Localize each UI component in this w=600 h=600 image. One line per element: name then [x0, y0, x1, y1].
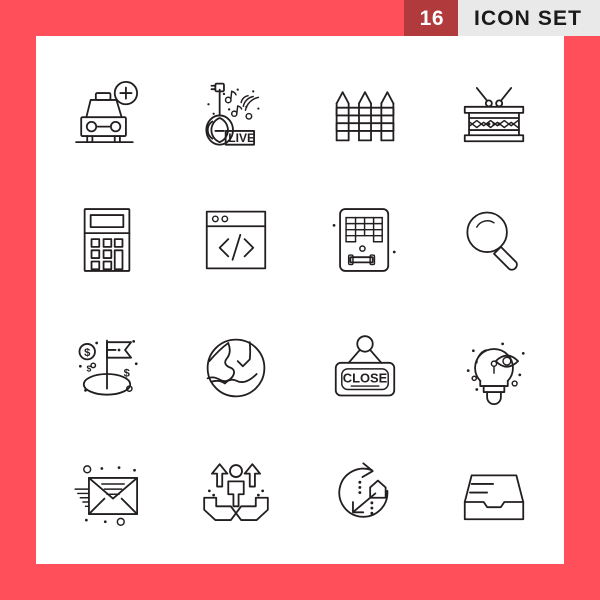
svg-text:CLOSE: CLOSE	[342, 371, 387, 386]
icon-grid: LIVE $ $ $ CLOSE	[36, 36, 564, 564]
calculator-icon	[83, 208, 130, 272]
icon-cell-code-window[interactable]	[171, 176, 300, 304]
fence-icon	[335, 91, 394, 142]
icon-cell-fast-mail[interactable]	[42, 432, 171, 560]
icon-cell-brick-game[interactable]	[300, 176, 429, 304]
icon-cell-add-taxi[interactable]	[42, 48, 171, 176]
icon-cell-relocation[interactable]	[300, 432, 429, 560]
magnifier-icon	[465, 211, 518, 271]
close-sign-icon: CLOSE	[334, 335, 395, 397]
icon-cell-calculator[interactable]	[42, 176, 171, 304]
idea-vision-bulb-icon	[466, 342, 525, 406]
live-music-guitar-icon: LIVE	[204, 82, 259, 146]
icon-cell-fence[interactable]	[300, 48, 429, 176]
icon-cell-employee-support[interactable]	[171, 432, 300, 560]
code-window-icon	[205, 210, 266, 270]
icon-count-badge: 16	[403, 0, 459, 36]
icon-cell-magnifier[interactable]	[429, 176, 558, 304]
money-flag-goal-icon: $ $ $	[78, 339, 138, 396]
add-taxi-icon	[74, 80, 138, 144]
icon-cell-inbox-tray[interactable]	[429, 432, 558, 560]
employee-support-icon	[202, 463, 269, 521]
fast-mail-envelope-icon	[73, 465, 138, 526]
brick-breaker-game-icon	[332, 208, 396, 272]
svg-text:LIVE: LIVE	[228, 131, 255, 145]
icon-set-poster: 16 ICON SET LIVE $ $ $ CLOSE	[0, 0, 600, 600]
icon-cell-globe[interactable]	[171, 304, 300, 432]
drum-icon	[463, 87, 524, 143]
relocation-arrows-icon	[337, 462, 388, 518]
globe-icon	[206, 338, 265, 398]
icon-cell-money-flag[interactable]: $ $ $	[42, 304, 171, 432]
icon-cell-live-music[interactable]: LIVE	[171, 48, 300, 176]
poster-title: ICON SET	[458, 0, 600, 36]
white-panel: LIVE $ $ $ CLOSE	[36, 36, 564, 564]
icon-cell-drum[interactable]	[429, 48, 558, 176]
icon-cell-close-sign[interactable]: CLOSE	[300, 304, 429, 432]
icon-cell-idea-vision[interactable]	[429, 304, 558, 432]
svg-text:$: $	[123, 368, 130, 380]
poster-header: 16 ICON SET	[0, 0, 600, 36]
inbox-tray-icon	[463, 474, 524, 521]
svg-text:$: $	[84, 347, 91, 359]
